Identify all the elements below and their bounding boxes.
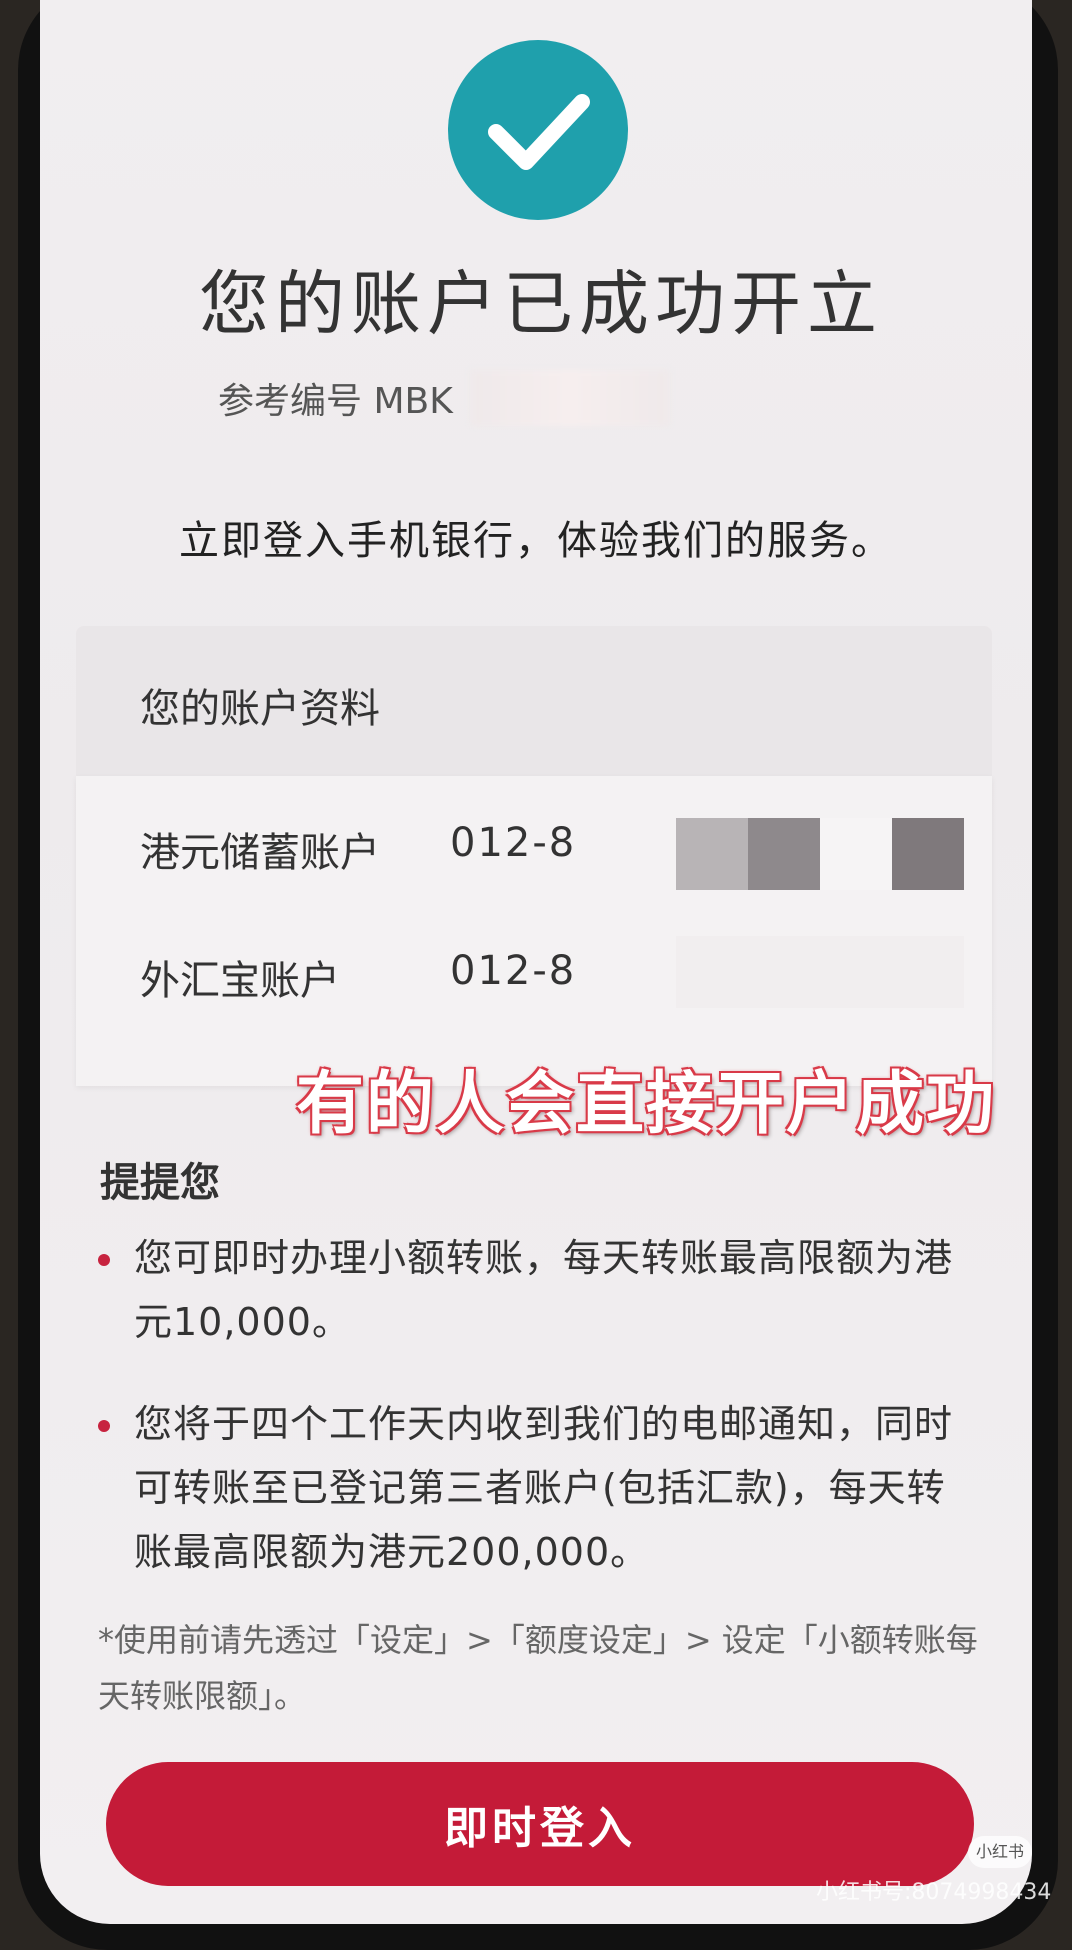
redacted-account-number [676,936,964,1008]
app-screen: 您的账户已成功开立 参考编号 MBK 立即登入手机银行，体验我们的服务。 您的账… [40,0,1032,1924]
intro-text: 立即登入手机银行，体验我们的服务。 [179,518,893,564]
overlay-caption: 有的人会直接开户成功 [296,1065,997,1144]
page-title: 您的账户已成功开立 [199,263,883,345]
account-number-hkd-savings[interactable]: 012-8 [450,820,576,866]
reminder-title: 提提您 [100,1160,220,1206]
limit-note: *使用前请先透过「设定」>「额度设定」> 设定「小额转账每天转账限额」。 [98,1621,978,1715]
account-info-rows: 港元储蓄账户 012-8 外汇宝账户 012-8 [76,776,992,1086]
watermark-logo: 小红书 [968,1836,1032,1868]
login-now-button[interactable]: 即时登入 [106,1762,974,1886]
reference-number: 参考编号 MBK [218,381,453,422]
watermark-text: 小红书号:8074998434 [816,1880,1052,1905]
reminder-item: 您可即时办理小额转账，每天转账最高限额为港元10,000。 [98,1226,978,1354]
account-number-fx[interactable]: 012-8 [450,948,576,994]
account-label-hkd-savings: 港元储蓄账户 [140,830,380,876]
reminder-item: 您将于四个工作天内收到我们的电邮通知，同时可转账至已登记第三者账户(包括汇款)，… [98,1392,978,1584]
bullet-icon [98,1254,110,1266]
account-label-fx: 外汇宝账户 [140,958,340,1004]
check-icon [448,40,628,220]
account-info-heading: 您的账户资料 [140,686,380,732]
bullet-icon [98,1420,110,1432]
redacted-reference [470,370,670,426]
